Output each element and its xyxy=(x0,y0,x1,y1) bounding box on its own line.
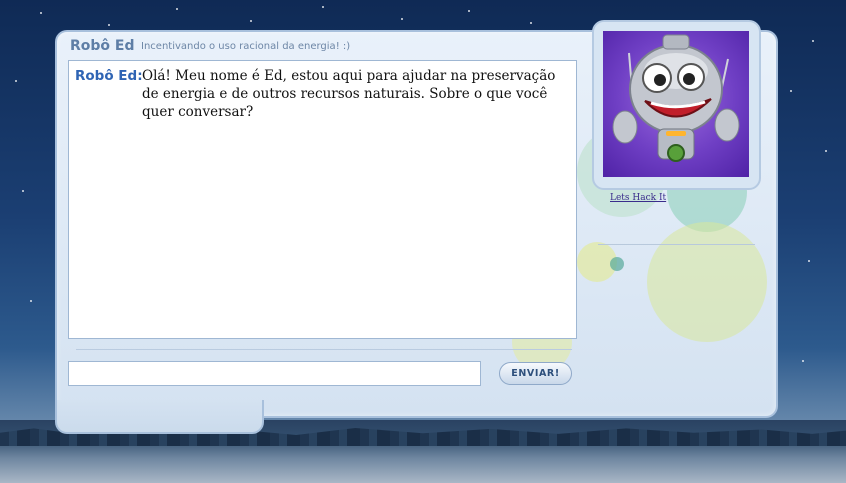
app-subtitle: Incentivando o uso racional da energia! … xyxy=(141,41,351,52)
decorative-circle xyxy=(610,257,624,271)
app-title: Robô Ed xyxy=(70,38,135,54)
star xyxy=(250,20,252,22)
star xyxy=(15,80,17,82)
decorative-circle xyxy=(647,222,767,342)
sidebar-divider xyxy=(598,244,755,245)
star xyxy=(108,24,110,26)
star xyxy=(401,18,403,20)
star xyxy=(30,300,32,302)
star xyxy=(812,40,814,42)
star xyxy=(322,6,324,8)
star xyxy=(790,90,792,92)
star xyxy=(468,10,470,12)
divider xyxy=(76,349,572,350)
panel-tab xyxy=(55,400,264,434)
send-button[interactable]: ENVIAR! xyxy=(499,362,572,385)
lets-hack-it-link[interactable]: Lets Hack It xyxy=(610,193,666,203)
star xyxy=(176,8,178,10)
robot-avatar-icon xyxy=(603,31,749,177)
star xyxy=(530,22,532,24)
star xyxy=(22,190,24,192)
star xyxy=(825,150,827,152)
message-text: Olá! Meu nome é Ed, estou aqui para ajud… xyxy=(142,68,556,120)
star xyxy=(808,260,810,262)
chat-log[interactable]: Robô Ed: Olá! Meu nome é Ed, estou aqui … xyxy=(68,60,577,339)
message-input[interactable] xyxy=(68,361,481,386)
robot-illustration xyxy=(612,34,740,162)
star xyxy=(40,12,42,14)
star xyxy=(802,360,804,362)
message-speaker: Robô Ed: xyxy=(75,68,143,84)
